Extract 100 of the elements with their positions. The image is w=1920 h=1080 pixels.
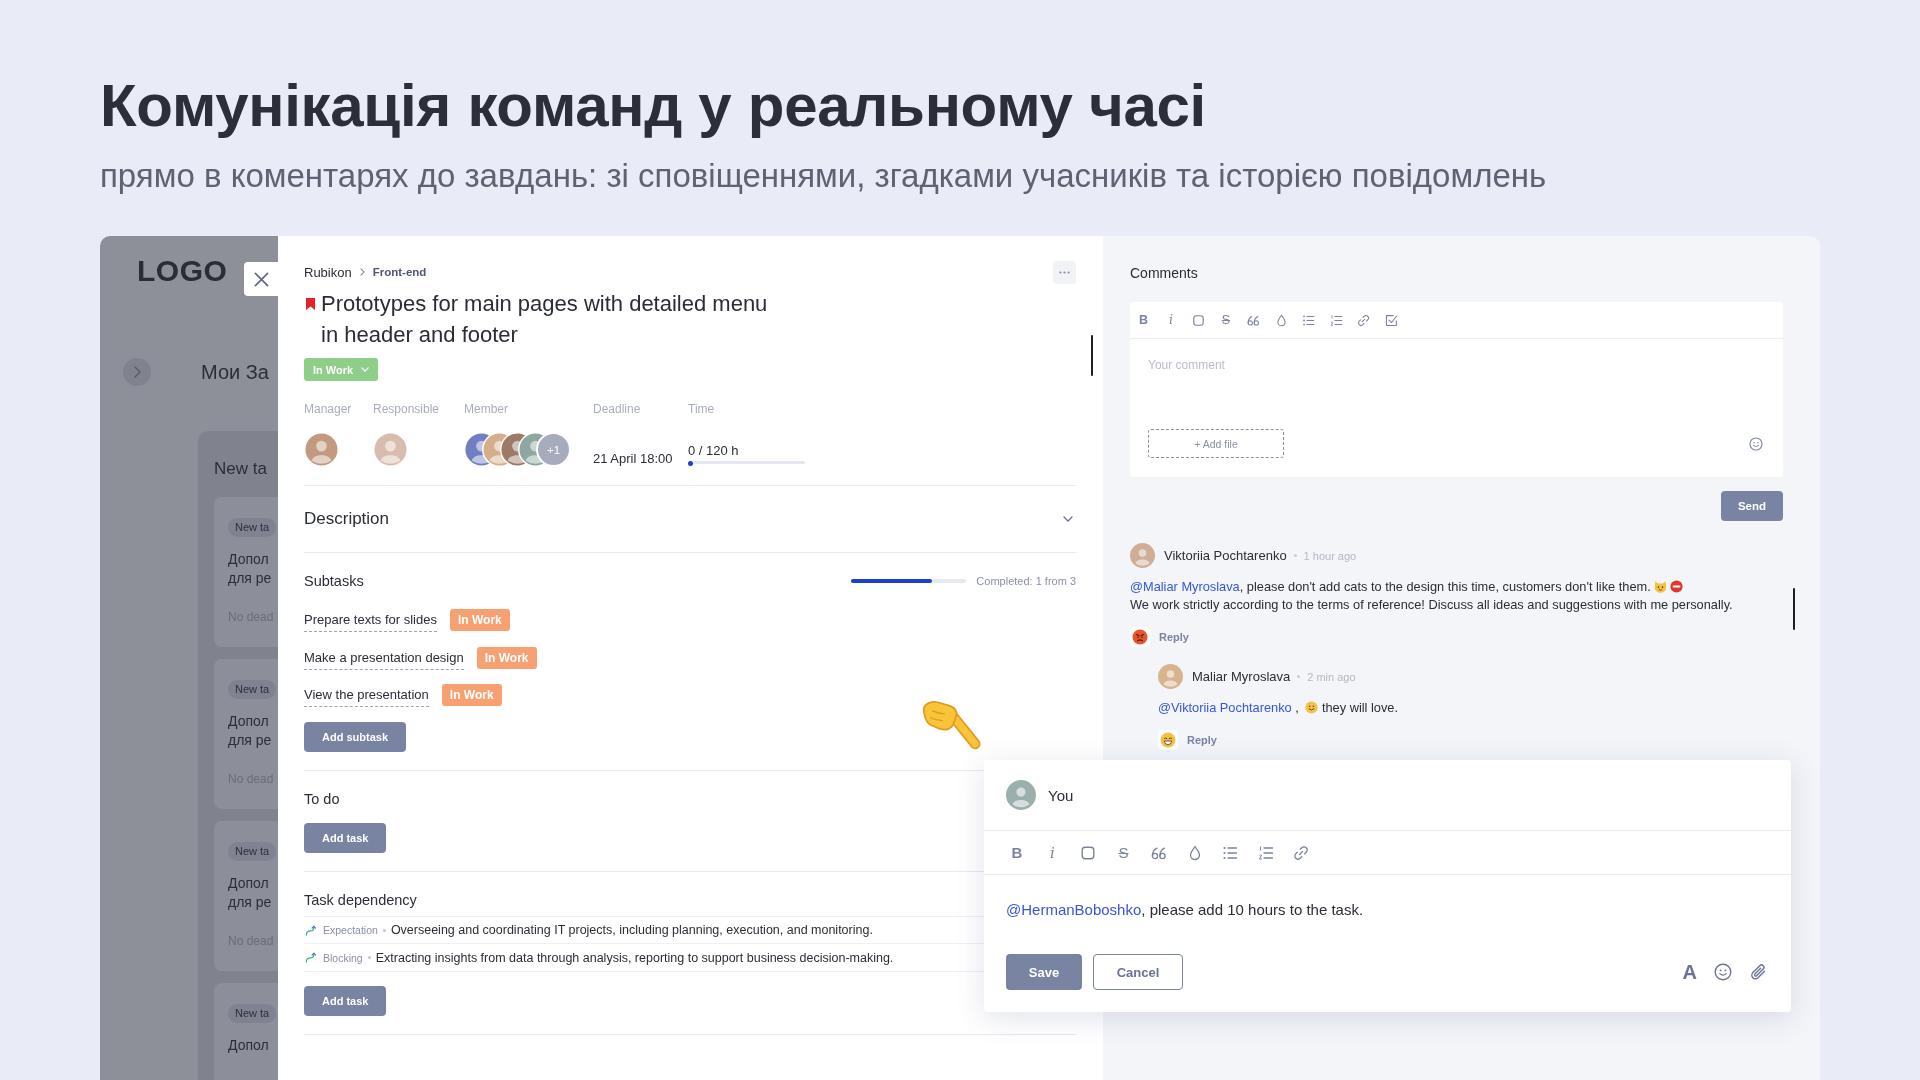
chevron-right-icon: [359, 268, 365, 276]
square-icon[interactable]: [1080, 844, 1096, 861]
section-title: Subtasks: [304, 572, 364, 591]
page-heading: Комунікація команд у реальному часі: [100, 72, 1206, 140]
add-file-button[interactable]: + Add file: [1148, 429, 1284, 458]
breadcrumb-link[interactable]: Front-end: [372, 266, 427, 278]
avatar: [1158, 664, 1183, 689]
add-task-button[interactable]: Add task: [304, 986, 387, 1016]
drop-icon[interactable]: [1274, 313, 1288, 327]
field-label: Member: [464, 401, 508, 417]
save-button[interactable]: Save: [1006, 954, 1082, 990]
square-icon[interactable]: [1192, 313, 1205, 327]
field-label: Time: [688, 401, 715, 417]
bullet-list-icon[interactable]: [1302, 313, 1315, 327]
dot-icon: [1297, 675, 1301, 678]
card-tag: New ta: [228, 518, 277, 537]
numbered-list-icon[interactable]: [1257, 844, 1274, 861]
reply-link[interactable]: Reply: [1159, 631, 1189, 643]
panel-title: Comments: [1130, 264, 1198, 282]
emoji-icon[interactable]: [1749, 436, 1763, 451]
checkbox-icon[interactable]: [1384, 313, 1398, 327]
smiling-face-icon: [1305, 701, 1319, 714]
angry-face-icon[interactable]: [1130, 627, 1150, 647]
scrollbar[interactable]: [1091, 335, 1093, 376]
field-value: 0 / 120 h: [688, 442, 739, 459]
italic-button[interactable]: i: [1164, 312, 1178, 328]
author-name: You: [1048, 786, 1074, 804]
text-format-button[interactable]: A: [1682, 961, 1697, 983]
dependency-text[interactable]: Overseeing and coordinating IT projects, including planning, execution, and monitoring.: [390, 923, 873, 937]
comment-input[interactable]: @HermanBoboshko, please add 10 hours to the task.: [1006, 899, 1769, 921]
paperclip-icon[interactable]: [1749, 963, 1767, 981]
dependency-type: Blocking: [323, 951, 363, 964]
dot-icon: [1293, 554, 1297, 557]
breadcrumb-link[interactable]: Rubikon: [304, 264, 352, 280]
extra-members-count[interactable]: +1: [536, 432, 571, 467]
comment-text: We work strictly according to the terms of reference! Discuss all ideas and suggestions with me personally.: [1130, 596, 1733, 614]
chevron-down-icon: [361, 367, 370, 372]
card-text: Допол для ре: [228, 874, 273, 912]
add-subtask-button[interactable]: Add subtask: [304, 722, 406, 752]
italic-button[interactable]: i: [1044, 842, 1061, 863]
strikethrough-button[interactable]: S: [1115, 842, 1132, 863]
field-label: Deadline: [593, 401, 641, 417]
card-tag: New ta: [228, 842, 277, 861]
avatar: [373, 432, 408, 467]
quote-icon[interactable]: [1247, 313, 1260, 327]
comment-time: 1 hour ago: [1303, 549, 1357, 562]
emoji-icon[interactable]: [1714, 963, 1732, 981]
dot-icon: [367, 956, 371, 959]
mention-link[interactable]: @Viktoriia Pochtarenko: [1158, 700, 1292, 715]
task-card[interactable]: New ta Допол: [214, 983, 278, 1080]
card-tag: New ta: [228, 1004, 277, 1023]
comment-text: @Viktoriia Pochtarenko , they will love.: [1158, 699, 1398, 717]
comment-input[interactable]: Your comment + Add file: [1130, 339, 1783, 477]
page-subheading: прямо в коментарях до завдань: зі сповіщеннями, згадками учасників та історією повідомлень: [100, 157, 1547, 195]
completion-text: Completed: 1 from 3: [976, 575, 1076, 587]
subtask-link[interactable]: View the presentation: [304, 683, 429, 707]
strikethrough-button[interactable]: S: [1219, 312, 1233, 328]
link-icon[interactable]: [1293, 844, 1309, 861]
link-icon[interactable]: [1357, 313, 1370, 327]
mention-link[interactable]: @Maliar Myroslava: [1130, 579, 1240, 594]
section-title: To do: [304, 790, 340, 809]
card-text: Допол для ре: [228, 712, 273, 750]
status-tag: In Work: [476, 646, 537, 669]
dependency-text[interactable]: Extracting insights from data through analysis, reporting to support business decision-making.: [375, 950, 894, 965]
no-entry-icon: [1669, 580, 1683, 593]
pointing-hand-icon: [921, 699, 983, 752]
avatar: [304, 432, 339, 467]
branch-arrow-icon: [305, 952, 316, 963]
card-tag: New ta: [228, 680, 277, 699]
more-icon: [1059, 270, 1070, 274]
close-button[interactable]: [244, 262, 278, 296]
subtask-link[interactable]: Prepare texts for slides: [304, 608, 437, 632]
logo: LOGO: [137, 254, 228, 288]
avatar: [1130, 543, 1155, 568]
avatar: [1006, 780, 1036, 810]
reply-link[interactable]: Reply: [1187, 734, 1217, 746]
field-value: 21 April 18:00: [593, 450, 673, 467]
author-name: Maliar Myroslava: [1192, 669, 1291, 684]
description-toggle[interactable]: Description: [304, 486, 1076, 552]
bullet-list-icon[interactable]: [1222, 844, 1238, 861]
dependency-type: Expectation: [323, 924, 378, 936]
bold-button[interactable]: B: [1137, 312, 1150, 328]
task-title: Prototypes for main pages with detailed menu in header and footer: [321, 290, 769, 349]
status-tag: In Work: [449, 609, 510, 631]
scrollbar[interactable]: [1793, 588, 1795, 630]
author-name: Viktoriia Pochtarenko: [1164, 548, 1287, 563]
cancel-button[interactable]: Cancel: [1093, 954, 1183, 990]
field-label: Manager: [304, 401, 352, 417]
subtask-link[interactable]: Make a presentation design: [304, 645, 464, 670]
send-button[interactable]: Send: [1721, 491, 1783, 521]
bold-button[interactable]: B: [1009, 842, 1025, 863]
numbered-list-icon[interactable]: [1329, 313, 1343, 327]
page-title: Мои За: [201, 360, 269, 384]
branch-arrow-icon: [305, 924, 316, 936]
add-task-button[interactable]: Add task: [304, 823, 387, 853]
grinning-face-icon[interactable]: [1158, 730, 1178, 750]
status-tag: In Work: [441, 684, 502, 706]
section-title: Task dependency: [304, 891, 417, 910]
field-label: Responsible: [373, 401, 440, 417]
close-icon: [253, 271, 269, 287]
